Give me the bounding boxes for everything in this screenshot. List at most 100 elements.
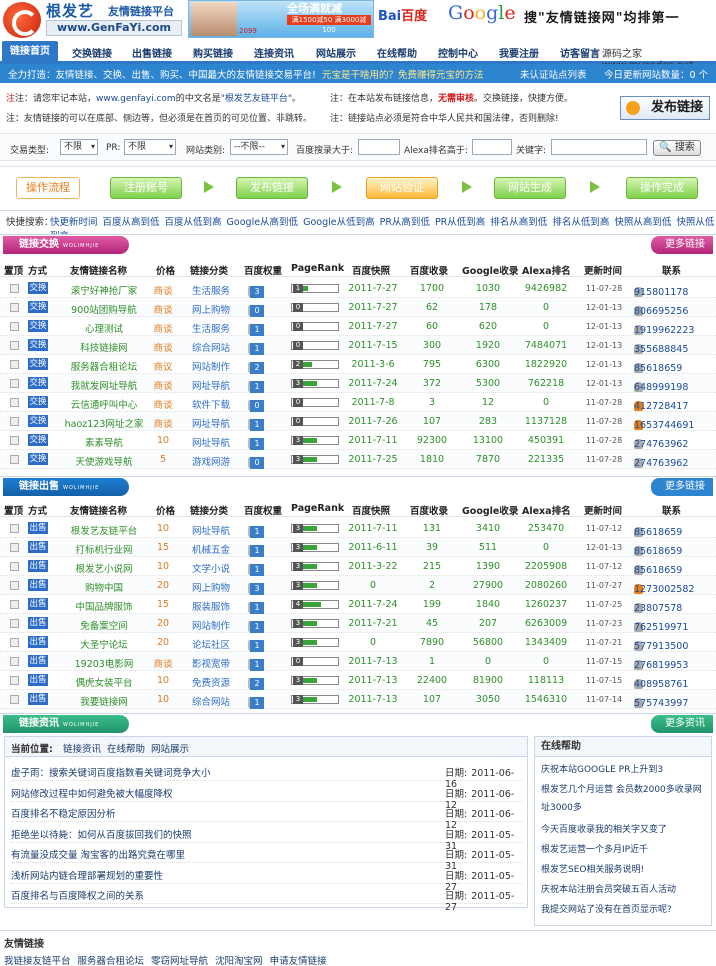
unverified-list-link[interactable]: 未认证站点列表 [520, 67, 587, 81]
help-item[interactable]: 根发艺几个月运营 会员数2000多收录网址3000多 [541, 781, 709, 817]
help-item[interactable]: 庆祝本站注册会员突破五百人活动 [541, 881, 709, 899]
site-name-link[interactable]: 云信通呼叫中心 [62, 397, 146, 411]
nav-item-news[interactable]: 连接资讯 [254, 45, 294, 60]
site-name-link[interactable]: 偶虎女装平台 [62, 675, 146, 689]
step-publish[interactable]: 发布链接 [236, 177, 308, 199]
pin-checkbox[interactable] [10, 676, 19, 685]
category-link[interactable]: 生活服务 [186, 321, 236, 335]
news-item[interactable]: 百度排名不稳定原因分析 日期: 2011-06-12 [11, 802, 523, 831]
news-item[interactable]: 拒绝坐以待毙：如何从百度拔回我们的快照 日期: 2011-05-31 [11, 823, 523, 852]
category-link[interactable]: 网址导航 [186, 416, 236, 430]
nav-item-showcase[interactable]: 网站展示 [316, 45, 356, 60]
nav-item-guestbook[interactable]: 访客留言 [560, 45, 608, 60]
category-link[interactable]: 影视宽带 [186, 656, 236, 670]
pin-checkbox[interactable] [10, 581, 19, 590]
logo-icon[interactable] [3, 2, 41, 38]
pin-checkbox[interactable] [10, 360, 19, 369]
pin-checkbox[interactable] [10, 600, 19, 609]
pin-checkbox[interactable] [10, 379, 19, 388]
google-logo[interactable]: Google [448, 2, 516, 24]
site-name-link[interactable]: 免备案空间 [62, 618, 146, 632]
nav-item-exchange[interactable]: 交换链接 [72, 45, 112, 60]
site-name-link[interactable]: 中国品牌服饰 [62, 599, 146, 613]
pin-checkbox[interactable] [10, 436, 19, 445]
category-link[interactable]: 机械五金 [186, 542, 236, 556]
help-item[interactable]: 根发艺SEO相关服务说明! [541, 861, 709, 879]
pin-checkbox[interactable] [10, 455, 19, 464]
step-done[interactable]: 操作完成 [626, 177, 698, 199]
news-title[interactable]: 浅析网站内链合理部署规划的重要性 [11, 868, 163, 882]
pin-checkbox[interactable] [10, 417, 19, 426]
site-name-link[interactable]: 滚宁好神抢厂家 [62, 283, 146, 297]
category-link[interactable]: 综合网站 [186, 340, 236, 354]
site-name-link[interactable]: 根发艺友链平台 [62, 523, 146, 537]
logo-text[interactable]: 根发艺 [46, 0, 94, 21]
site-name-link[interactable]: 天使游戏导航 [62, 454, 146, 468]
site-name-link[interactable]: 根发艺小说网 [62, 561, 146, 575]
nav-item-home[interactable]: 链接首页 [2, 41, 58, 64]
pin-checkbox[interactable] [10, 524, 19, 533]
pin-checkbox[interactable] [10, 398, 19, 407]
pin-checkbox[interactable] [10, 695, 19, 704]
pr-select[interactable]: 不限 [124, 139, 176, 155]
news-item[interactable]: 有流量没成交量 淘宝客的出路究竟在哪里 日期: 2011-05-31 [11, 843, 523, 872]
nav-item-register[interactable]: 我要注册 [499, 45, 539, 60]
site-name-link[interactable]: 科技链接网 [62, 340, 146, 354]
logo-url[interactable]: www.GenFaYi.com [46, 20, 182, 36]
pin-checkbox[interactable] [10, 638, 19, 647]
category-link[interactable]: 生活服务 [186, 283, 236, 297]
pin-checkbox[interactable] [10, 341, 19, 350]
ad-banner[interactable]: 全场满就减 满1500减50 满3000减100 2099 [188, 0, 374, 38]
step-verify[interactable]: 网站验证 [366, 177, 438, 199]
site-name-link[interactable]: haoz123网址之家 [62, 416, 146, 430]
pin-checkbox[interactable] [10, 284, 19, 293]
news-title[interactable]: 网站修改过程中如何避免被大幅度降权 [11, 786, 173, 800]
step-generate[interactable]: 网站生成 [494, 177, 566, 199]
breadcrumb-help[interactable]: 在线帮助 [107, 741, 145, 755]
category-link[interactable]: 网址导航 [186, 435, 236, 449]
help-item[interactable]: 根发艺运营一个多月IP近千 [541, 841, 709, 859]
step-register[interactable]: 注册账号 [110, 177, 182, 199]
news-title[interactable]: 有流量没成交量 淘宝客的出路究竟在哪里 [11, 847, 185, 861]
breadcrumb-news[interactable]: 链接资讯 [63, 741, 101, 755]
category-link[interactable]: 论坛社区 [186, 637, 236, 651]
news-item[interactable]: 浅析网站内链合理部署规划的重要性 日期: 2011-05-27 [11, 864, 523, 893]
site-name-link[interactable]: 素素导航 [62, 435, 146, 449]
news-item[interactable]: 虚子雨：搜索关键词百度指数看关键词竞争大小 日期: 2011-06-16 [11, 761, 523, 790]
category-link[interactable]: 网上购物 [186, 302, 236, 316]
news-item[interactable]: 百度排名与百度降权之间的关系 日期: 2011-05-27 [11, 884, 523, 913]
news-title[interactable]: 百度排名不稳定原因分析 [11, 806, 116, 820]
site-name-link[interactable]: 心理测试 [62, 321, 146, 335]
info-more-link[interactable]: 更多资讯 [651, 715, 713, 733]
friend-links-list[interactable]: 我链接友链平台 服务器合租论坛 零窃网址导航 沈阳淘宝网 申请友情链接 [4, 953, 327, 966]
category-link[interactable]: 免费资源 [186, 675, 236, 689]
news-title[interactable]: 虚子雨：搜索关键词百度指数看关键词竞争大小 [11, 765, 211, 779]
sale-more-link[interactable]: 更多链接 [651, 478, 713, 496]
category-link[interactable]: 文学小说 [186, 561, 236, 575]
keyword-input[interactable] [551, 139, 647, 155]
news-title[interactable]: 拒绝坐以待毙：如何从百度拔回我们的快照 [11, 827, 192, 841]
nav-item-buy[interactable]: 购买链接 [193, 45, 233, 60]
site-name-link[interactable]: 打标机行业网 [62, 542, 146, 556]
site-name-link[interactable]: 服务器合租论坛 [62, 359, 146, 373]
notice-url[interactable]: www.genfayi.com [96, 94, 176, 104]
pin-checkbox[interactable] [10, 657, 19, 666]
breadcrumb-showcase[interactable]: 网站展示 [151, 741, 189, 755]
pin-checkbox[interactable] [10, 543, 19, 552]
site-name-link[interactable]: 大圣宁论坛 [62, 637, 146, 651]
help-item[interactable]: 今天百度收录我的相关字又变了 [541, 821, 709, 839]
category-link[interactable]: 网上购物 [186, 580, 236, 594]
category-link[interactable]: 软件下载 [186, 397, 236, 411]
help-item[interactable]: 我提交网站了没有在首页显示呢? [541, 901, 709, 919]
category-link[interactable]: 网站制作 [186, 618, 236, 632]
category-link[interactable]: 服装服饰 [186, 599, 236, 613]
help-item[interactable]: 庆祝本站GOOGLE PR上升到3 [541, 761, 709, 779]
publish-link-button[interactable]: 发布链接 [620, 96, 710, 120]
baidu-logo[interactable]: Bai百度 [378, 5, 427, 24]
news-item[interactable]: 网站修改过程中如何避免被大幅度降权 日期: 2011-06-12 [11, 782, 523, 811]
exchange-more-link[interactable]: 更多链接 [651, 236, 713, 254]
category-link[interactable]: 网址导航 [186, 378, 236, 392]
pin-checkbox[interactable] [10, 303, 19, 312]
pin-checkbox[interactable] [10, 562, 19, 571]
trade-type-select[interactable]: 不限 [60, 139, 98, 155]
